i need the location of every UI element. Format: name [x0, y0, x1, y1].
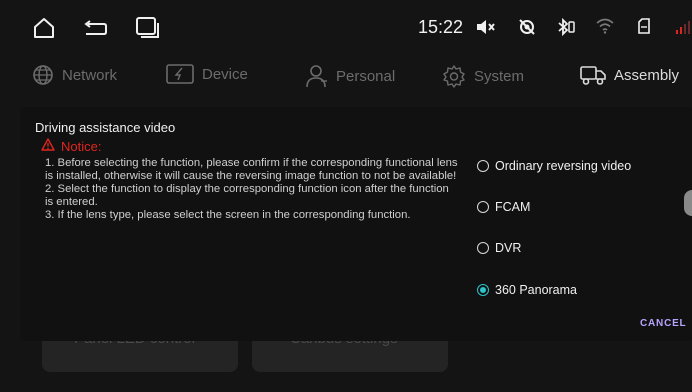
option-label: 360 Panorama — [495, 283, 578, 297]
radio-unchecked[interactable] — [477, 242, 489, 254]
nav-item-network[interactable]: Network — [32, 64, 117, 86]
device-icon — [166, 64, 194, 84]
nav-label: System — [474, 67, 525, 85]
mute-icon — [476, 19, 496, 40]
clock: 15:22 — [418, 17, 464, 37]
radio-unchecked[interactable] — [477, 160, 489, 172]
nav-item-assembly[interactable]: Assembly — [580, 64, 679, 86]
status-bar: 15:22 — [0, 0, 692, 56]
settings-nav: Network Device Personal System Assembly — [0, 56, 692, 96]
bluetooth-icon — [556, 17, 576, 42]
option-fcam[interactable]: FCAM — [477, 200, 530, 214]
driving-assistance-dialog: Driving assistance video Notice: 1. Befo… — [20, 107, 692, 341]
back-icon[interactable] — [82, 20, 108, 41]
option-label: FCAM — [495, 200, 531, 214]
gear-icon — [442, 64, 466, 88]
nav-item-personal[interactable]: Personal — [306, 64, 395, 88]
option-ordinary-reversing-video[interactable]: Ordinary reversing video — [477, 159, 631, 173]
nav-item-system[interactable]: System — [442, 64, 524, 88]
radio-unchecked[interactable] — [477, 201, 489, 213]
option-dvr[interactable]: DVR — [477, 241, 521, 255]
wifi-icon — [596, 18, 614, 39]
notice-line: 2. Select the function to display the co… — [45, 183, 449, 208]
notice-text: 1. Before selecting the function, please… — [45, 157, 460, 222]
truck-icon — [580, 64, 606, 86]
globe-icon — [32, 64, 54, 86]
notice-line: 1. Before selecting the function, please… — [45, 157, 458, 182]
warning-icon — [41, 138, 55, 154]
option-label: DVR — [495, 241, 522, 255]
nav-item-device[interactable]: Device — [166, 64, 248, 84]
radio-checked[interactable] — [477, 284, 489, 296]
nav-label: Assembly — [614, 66, 680, 84]
nav-label: Device — [202, 65, 248, 83]
person-icon — [306, 64, 328, 88]
home-icon[interactable] — [33, 17, 55, 44]
nav-label: Personal — [336, 67, 396, 85]
signal-icon — [676, 20, 692, 39]
gps-icon — [518, 18, 536, 41]
option-360-panorama[interactable]: 360 Panorama — [477, 283, 577, 297]
notice-label: Notice: — [61, 138, 102, 154]
recents-icon[interactable] — [136, 17, 160, 44]
nav-label: Network — [62, 66, 118, 84]
notice-line: 3. If the lens type, please select the s… — [45, 209, 411, 221]
notice-header: Notice: — [41, 138, 101, 154]
sd-card-icon — [638, 18, 650, 39]
cancel-button[interactable]: CANCEL — [640, 318, 686, 329]
option-label: Ordinary reversing video — [495, 159, 632, 173]
side-scroll-handle[interactable] — [684, 190, 692, 216]
dialog-title: Driving assistance video — [35, 120, 176, 135]
